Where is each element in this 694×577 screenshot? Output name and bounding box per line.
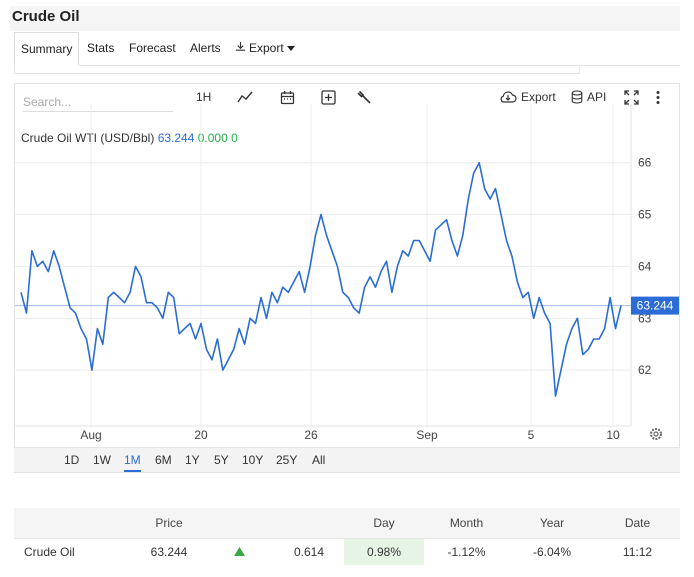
- header-name: [14, 508, 134, 538]
- y-tick-label: 65: [638, 208, 652, 222]
- range-selector: 1D 1W 1M 6M 1Y 5Y 10Y 25Y All: [14, 447, 680, 472]
- title-bar: Crude Oil: [10, 6, 680, 31]
- chart-panel: 1H Export API: [14, 83, 680, 473]
- header-arrow: [204, 508, 274, 538]
- page-title: Crude Oil: [12, 8, 80, 25]
- price-chart[interactable]: 6263646566Aug 20 26 Sep 5 1063.244: [15, 84, 679, 472]
- range-button-1m[interactable]: 1M: [124, 453, 141, 472]
- row-date: 11:12: [595, 537, 680, 565]
- table-row[interactable]: Crude Oil 63.244 0.614 0.98% -1.12% -6.0…: [14, 537, 680, 565]
- x-tick-label: 26: [304, 428, 318, 442]
- tab-stats[interactable]: Stats: [87, 41, 114, 55]
- range-button-6m[interactable]: 6M: [155, 453, 172, 467]
- range-button-all[interactable]: All: [312, 453, 325, 467]
- tab-export-label: Export: [249, 41, 284, 55]
- header-date: Date: [595, 508, 680, 538]
- y-tick-label: 62: [638, 363, 652, 377]
- row-month: -1.12%: [424, 537, 509, 565]
- row-name[interactable]: Crude Oil: [14, 537, 134, 565]
- table-header-row: Price Day Month Year Date: [14, 508, 680, 538]
- tab-alerts[interactable]: Alerts: [190, 41, 221, 55]
- range-button-5y[interactable]: 5Y: [214, 453, 229, 467]
- range-button-10y[interactable]: 10Y: [242, 453, 263, 467]
- download-icon: [235, 41, 246, 55]
- tab-bar: Summary Stats Forecast Alerts Export: [14, 32, 680, 66]
- caret-down-icon: [286, 41, 295, 55]
- row-arrow: [204, 537, 274, 565]
- range-button-1y[interactable]: 1Y: [185, 453, 200, 467]
- tab-summary[interactable]: Summary: [14, 32, 80, 66]
- x-tick-label: 5: [528, 428, 535, 442]
- row-change: 0.614: [274, 537, 344, 565]
- header-year: Year: [509, 508, 595, 538]
- row-day: 0.98%: [344, 537, 424, 565]
- row-year: -6.04%: [509, 537, 595, 565]
- x-tick-label: 10: [606, 428, 620, 442]
- x-tick-label: Sep: [416, 428, 438, 442]
- x-tick-label: Aug: [80, 428, 101, 442]
- tabs-underline: [14, 66, 580, 74]
- range-button-1d[interactable]: 1D: [64, 453, 79, 467]
- header-price: Price: [134, 508, 204, 538]
- tab-forecast[interactable]: Forecast: [129, 41, 176, 55]
- x-tick-label: 20: [194, 428, 208, 442]
- header-change: [274, 508, 344, 538]
- y-tick-label: 64: [638, 259, 652, 273]
- tab-export[interactable]: Export: [235, 41, 295, 55]
- range-button-1w[interactable]: 1W: [93, 453, 111, 467]
- header-day: Day: [344, 508, 424, 538]
- row-price: 63.244: [134, 537, 204, 565]
- y-tick-label: 66: [638, 156, 652, 170]
- current-value-label: 63.244: [637, 299, 674, 313]
- settings-gear-icon[interactable]: [650, 428, 662, 440]
- triangle-up-icon: [233, 545, 245, 559]
- quote-table: Price Day Month Year Date Crude Oil 63.2…: [14, 508, 680, 565]
- range-button-25y[interactable]: 25Y: [276, 453, 297, 467]
- header-month: Month: [424, 508, 509, 538]
